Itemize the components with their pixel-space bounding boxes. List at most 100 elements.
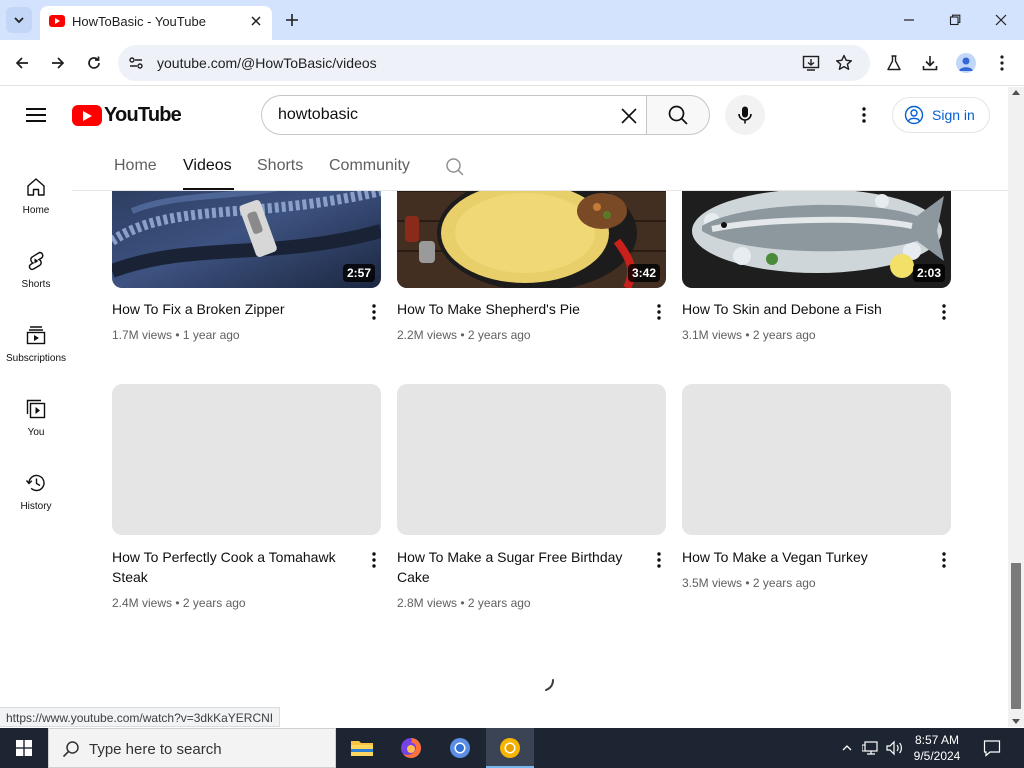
tab-community[interactable]: Community	[329, 157, 410, 175]
site-settings-icon[interactable]	[127, 54, 145, 72]
voice-search-button[interactable]	[725, 95, 765, 135]
scroll-up-arrow-icon[interactable]	[1012, 90, 1020, 95]
menu-icon-bar	[26, 120, 46, 122]
new-tab-button[interactable]	[281, 9, 303, 31]
tab-videos[interactable]: Videos	[183, 157, 232, 175]
scroll-down-arrow-icon[interactable]	[1012, 719, 1020, 724]
profile-button[interactable]	[955, 52, 977, 74]
chromium-button[interactable]	[436, 728, 484, 768]
arrow-left-icon	[15, 57, 28, 69]
chromium-icon	[450, 738, 470, 758]
mini-guide: Home Shorts Subscriptions You History	[0, 143, 72, 727]
start-button[interactable]	[0, 728, 48, 768]
tab-shorts[interactable]: Shorts	[257, 157, 303, 175]
folder-icon	[351, 741, 373, 756]
star-icon	[836, 54, 852, 70]
scrollbar-thumb[interactable]	[1011, 563, 1021, 709]
video-thumbnail[interactable]: 2:57	[112, 191, 381, 288]
network-button[interactable]	[861, 738, 881, 758]
video-card[interactable]: How To Make a Vegan Turkey 3.5M views • …	[682, 384, 952, 614]
menu-icon-bar	[26, 114, 46, 116]
guide-item-subscriptions[interactable]: Subscriptions	[0, 301, 72, 367]
youtube-logo[interactable]: YouTube	[72, 104, 182, 127]
guide-item-home[interactable]: Home	[0, 153, 72, 219]
sign-in-label: Sign in	[932, 107, 975, 123]
reload-button[interactable]	[81, 50, 107, 76]
kebab-menu-icon	[372, 304, 376, 320]
video-title[interactable]: How To Fix a Broken Zipper	[112, 299, 344, 319]
channel-search-button[interactable]	[444, 156, 466, 178]
search-clear-button[interactable]	[615, 102, 643, 130]
video-action-menu-button[interactable]	[934, 550, 954, 570]
video-thumbnail-placeholder[interactable]	[112, 384, 381, 535]
video-card[interactable]: How To Perfectly Cook a Tomahawk Steak 2…	[112, 384, 382, 614]
windows-taskbar: Type here to search 8:57 AM 9/5/2024	[0, 728, 1024, 768]
speaker-icon	[886, 740, 902, 756]
install-app-button[interactable]	[801, 53, 821, 73]
microphone-icon	[738, 106, 752, 124]
tab-search-button[interactable]	[6, 7, 32, 33]
chrome-button[interactable]	[486, 728, 534, 768]
firefox-button[interactable]	[387, 728, 435, 768]
minimize-button[interactable]	[886, 0, 932, 40]
video-title[interactable]: How To Skin and Debone a Fish	[682, 299, 914, 319]
search-icon	[61, 739, 81, 759]
tab-home[interactable]: Home	[114, 157, 157, 175]
video-title[interactable]: How To Make a Sugar Free Birthday Cake	[397, 547, 629, 587]
guide-label: Subscriptions	[5, 353, 67, 364]
address-bar[interactable]: youtube.com/@HowToBasic/videos	[118, 45, 870, 81]
search-input-value: howtobasic	[278, 106, 359, 123]
guide-item-you[interactable]: You	[0, 375, 72, 441]
file-explorer-button[interactable]	[338, 728, 386, 768]
video-action-menu-button[interactable]	[934, 302, 954, 322]
video-thumbnail[interactable]: 2:03	[682, 191, 951, 288]
back-button[interactable]	[9, 50, 35, 76]
shorts-icon	[24, 249, 48, 273]
kebab-menu-icon	[942, 304, 946, 320]
video-metadata: 2.2M views • 2 years ago	[397, 328, 531, 342]
browser-tab[interactable]: HowToBasic - YouTube	[40, 6, 272, 40]
active-tab-indicator	[183, 188, 234, 190]
video-action-menu-button[interactable]	[649, 302, 669, 322]
video-thumbnail-placeholder[interactable]	[397, 384, 666, 535]
forward-button[interactable]	[45, 50, 71, 76]
video-duration: 2:03	[912, 264, 945, 282]
avatar	[956, 53, 976, 73]
search-input[interactable]: howtobasic	[261, 95, 647, 135]
search-button[interactable]	[646, 95, 710, 135]
guide-item-shorts[interactable]: Shorts	[0, 227, 72, 293]
downloads-button[interactable]	[919, 52, 941, 74]
search-icon	[668, 105, 688, 125]
video-title[interactable]: How To Make Shepherd's Pie	[397, 299, 629, 319]
taskbar-clock[interactable]: 8:57 AM 9/5/2024	[905, 732, 969, 764]
guide-label: Shorts	[21, 279, 51, 290]
restore-icon	[949, 14, 961, 26]
volume-button[interactable]	[885, 738, 905, 758]
video-title[interactable]: How To Make a Vegan Turkey	[682, 547, 914, 567]
account-circle-icon	[904, 105, 924, 125]
page-scrollbar[interactable]	[1008, 87, 1024, 727]
video-card[interactable]: 2:03 How To Skin and Debone a Fish 3.1M …	[682, 191, 952, 351]
video-action-menu-button[interactable]	[364, 302, 384, 322]
guide-item-history[interactable]: History	[0, 449, 72, 515]
video-card[interactable]: 2:57 How To Fix a Broken Zipper 1.7M vie…	[112, 191, 382, 351]
video-action-menu-button[interactable]	[649, 550, 669, 570]
taskbar-search-box[interactable]: Type here to search	[48, 728, 336, 768]
restore-button[interactable]	[932, 0, 978, 40]
window-close-button[interactable]	[978, 0, 1024, 40]
sign-in-button[interactable]: Sign in	[892, 97, 990, 133]
video-action-menu-button[interactable]	[364, 550, 384, 570]
video-thumbnail-placeholder[interactable]	[682, 384, 951, 535]
show-hidden-icons-button[interactable]	[837, 738, 857, 758]
browser-menu-button[interactable]	[991, 52, 1013, 74]
video-thumbnail[interactable]: 3:42	[397, 191, 666, 288]
video-title[interactable]: How To Perfectly Cook a Tomahawk Steak	[112, 547, 344, 587]
settings-menu-button[interactable]	[852, 103, 876, 127]
video-card[interactable]: 3:42 How To Make Shepherd's Pie 2.2M vie…	[397, 191, 667, 351]
video-card[interactable]: How To Make a Sugar Free Birthday Cake 2…	[397, 384, 667, 614]
guide-menu-button[interactable]	[24, 103, 48, 127]
notifications-button[interactable]	[982, 738, 1002, 758]
bookmark-button[interactable]	[834, 53, 854, 73]
labs-button[interactable]	[883, 52, 905, 74]
tab-close-button[interactable]	[246, 11, 266, 31]
